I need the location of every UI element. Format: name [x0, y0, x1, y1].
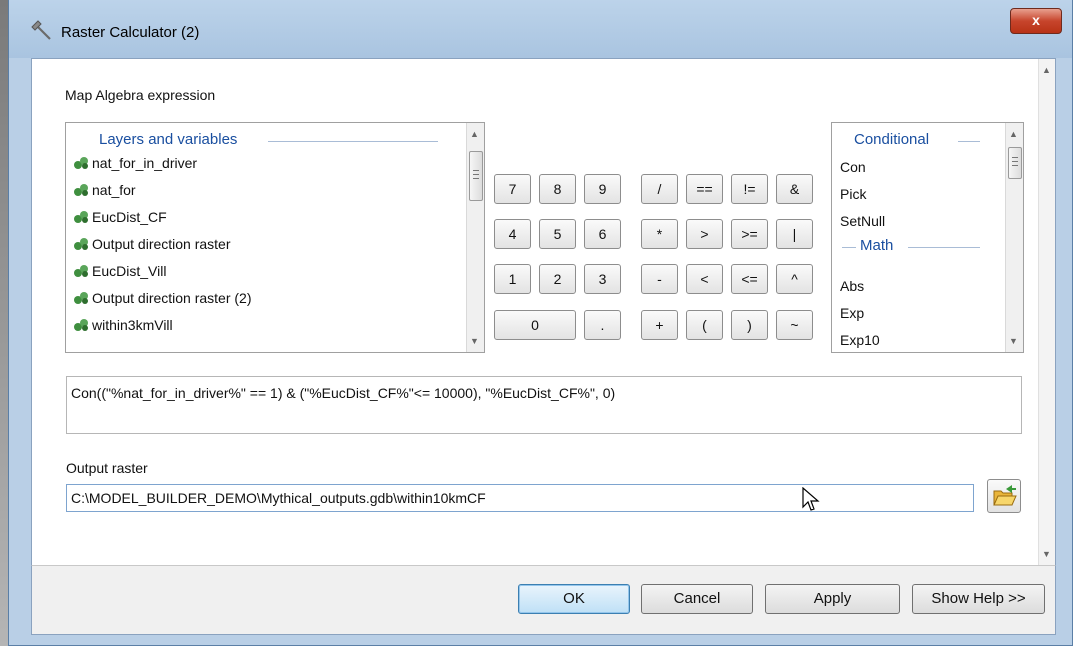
raster-layer-icon [74, 265, 88, 277]
key-xor[interactable]: ^ [776, 264, 813, 294]
key-plus[interactable]: + [641, 310, 678, 340]
open-folder-icon [993, 485, 1017, 506]
key-greater-equal[interactable]: >= [731, 219, 768, 249]
expression-section-label: Map Algebra expression [65, 87, 216, 103]
key-decimal[interactable]: . [584, 310, 621, 340]
dialog-button-bar: OK Cancel Apply Show Help >> [31, 565, 1056, 635]
hammer-icon [31, 20, 53, 45]
list-item[interactable]: EucDist_Vill [74, 263, 166, 279]
list-item[interactable]: nat_for [74, 182, 136, 198]
raster-layer-icon [74, 292, 88, 304]
key-not-equal[interactable]: != [731, 174, 768, 204]
function-item[interactable]: SetNull [840, 213, 885, 229]
key-minus[interactable]: - [641, 264, 678, 294]
dialog-scrollbar[interactable]: ▲ ▼ [1038, 59, 1055, 565]
key-greater[interactable]: > [686, 219, 723, 249]
list-item[interactable]: nat_for_in_driver [74, 155, 197, 171]
browse-button[interactable] [987, 479, 1021, 513]
conditional-header: Conditional [854, 131, 930, 148]
functions-list[interactable]: Conditional Con Pick SetNull Math Abs Ex… [831, 122, 1024, 353]
show-help-button[interactable]: Show Help >> [912, 584, 1045, 614]
key-7[interactable]: 7 [494, 174, 531, 204]
scroll-down-icon[interactable]: ▼ [470, 336, 479, 346]
list-item[interactable]: Output direction raster [74, 236, 231, 252]
key-2[interactable]: 2 [539, 264, 576, 294]
layers-list[interactable]: Layers and variables nat_for_in_driver n… [65, 122, 485, 353]
list-item[interactable]: within3kmVill [74, 317, 173, 333]
function-item[interactable]: Con [840, 159, 866, 175]
key-4[interactable]: 4 [494, 219, 531, 249]
key-3[interactable]: 3 [584, 264, 621, 294]
key-and[interactable]: & [776, 174, 813, 204]
scroll-up-icon[interactable]: ▲ [1009, 129, 1018, 139]
key-not[interactable]: ~ [776, 310, 813, 340]
key-equal[interactable]: == [686, 174, 723, 204]
key-0[interactable]: 0 [494, 310, 576, 340]
key-1[interactable]: 1 [494, 264, 531, 294]
window-title: Raster Calculator (2) [61, 24, 200, 41]
output-raster-field[interactable]: C:\MODEL_BUILDER_DEMO\Mythical_outputs.g… [66, 484, 974, 512]
scroll-up-icon[interactable]: ▲ [470, 129, 479, 139]
scroll-up-icon[interactable]: ▲ [1042, 65, 1051, 75]
apply-button[interactable]: Apply [765, 584, 900, 614]
key-multiply[interactable]: * [641, 219, 678, 249]
key-8[interactable]: 8 [539, 174, 576, 204]
scroll-thumb[interactable] [469, 151, 483, 201]
layers-list-header: Layers and variables [99, 131, 238, 148]
raster-layer-icon [74, 319, 88, 331]
key-divide[interactable]: / [641, 174, 678, 204]
raster-layer-icon [74, 211, 88, 223]
key-6[interactable]: 6 [584, 219, 621, 249]
raster-layer-icon [74, 184, 88, 196]
function-item[interactable]: Abs [840, 278, 864, 294]
raster-layer-icon [74, 157, 88, 169]
raster-layer-icon [74, 238, 88, 250]
key-9[interactable]: 9 [584, 174, 621, 204]
key-or[interactable]: | [776, 219, 813, 249]
scroll-down-icon[interactable]: ▼ [1009, 336, 1018, 346]
layers-list-scrollbar[interactable]: ▲ ▼ [466, 123, 484, 352]
output-raster-label: Output raster [66, 460, 148, 476]
header-divider [268, 141, 438, 142]
raster-calculator-window: Raster Calculator (2) x ▲ ▼ Map Algebra … [8, 0, 1073, 646]
function-item[interactable]: Exp [840, 305, 864, 321]
function-item[interactable]: Exp10 [840, 332, 880, 348]
close-button[interactable]: x [1010, 8, 1062, 34]
header-divider [842, 247, 856, 248]
list-item[interactable]: EucDist_CF [74, 209, 167, 225]
mouse-cursor-icon [802, 487, 820, 511]
math-header: Math [860, 237, 894, 254]
key-less-equal[interactable]: <= [731, 264, 768, 294]
key-close-paren[interactable]: ) [731, 310, 768, 340]
header-divider [958, 141, 980, 142]
dialog-content: ▲ ▼ Map Algebra expression Layers and va… [31, 58, 1056, 566]
key-open-paren[interactable]: ( [686, 310, 723, 340]
key-5[interactable]: 5 [539, 219, 576, 249]
ok-button[interactable]: OK [518, 584, 630, 614]
title-bar[interactable]: Raster Calculator (2) x [9, 0, 1072, 58]
list-item[interactable]: Output direction raster (2) [74, 290, 252, 306]
key-less[interactable]: < [686, 264, 723, 294]
cancel-button[interactable]: Cancel [641, 584, 753, 614]
expression-textbox[interactable]: Con(("%nat_for_in_driver%" == 1) & ("%Eu… [66, 376, 1022, 434]
header-divider [908, 247, 980, 248]
scroll-thumb[interactable] [1008, 147, 1022, 179]
scroll-down-icon[interactable]: ▼ [1042, 549, 1051, 559]
functions-list-scrollbar[interactable]: ▲ ▼ [1005, 123, 1023, 352]
function-item[interactable]: Pick [840, 186, 866, 202]
